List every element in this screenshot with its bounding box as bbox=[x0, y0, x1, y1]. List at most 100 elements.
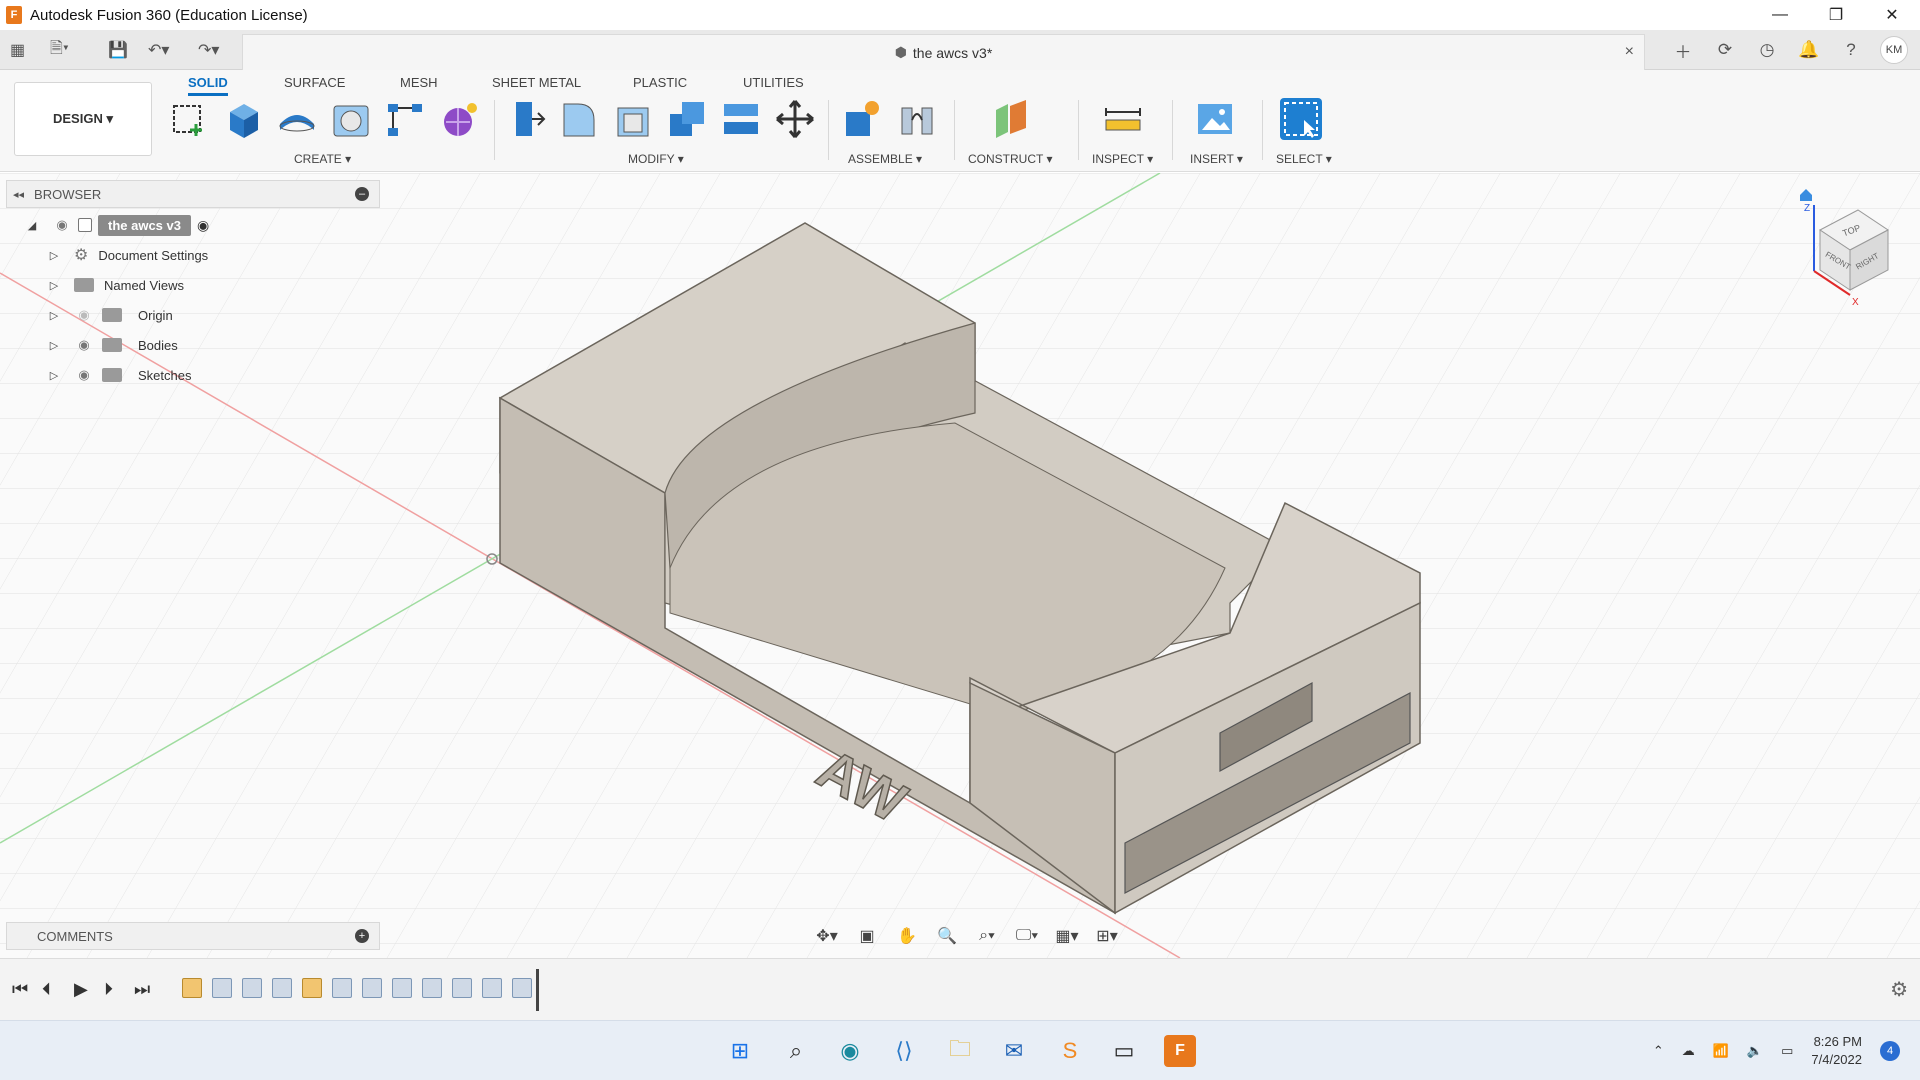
move-copy-icon[interactable] bbox=[774, 98, 816, 140]
edge-browser-icon[interactable]: ◉ bbox=[834, 1035, 866, 1067]
vscode-icon[interactable]: ⟨⟩ bbox=[888, 1035, 920, 1067]
search-icon[interactable]: ⌕ bbox=[780, 1035, 812, 1067]
timeline-marker[interactable] bbox=[536, 969, 539, 1011]
hidden-eye-icon[interactable]: ◉ bbox=[74, 307, 94, 322]
step-forward-icon[interactable]: ⏵ bbox=[104, 979, 113, 1000]
shell-icon[interactable] bbox=[612, 98, 654, 140]
split-body-icon[interactable] bbox=[720, 98, 762, 140]
display-settings-icon[interactable]: 🖵▾ bbox=[1012, 924, 1042, 948]
tab-sheet-metal[interactable]: SHEET METAL bbox=[492, 75, 581, 90]
timeline-feature[interactable] bbox=[332, 978, 352, 998]
hole-icon[interactable] bbox=[330, 98, 372, 140]
undo-icon[interactable]: ↶▾ bbox=[148, 38, 169, 62]
tree-item-document-settings[interactable]: ▷ ⚙ Document Settings bbox=[6, 240, 380, 270]
expand-triangle-icon[interactable]: ▷ bbox=[48, 279, 60, 292]
comments-panel[interactable]: COMMENTS + bbox=[6, 922, 380, 950]
save-icon[interactable]: 💾 bbox=[108, 38, 128, 62]
tree-item-bodies[interactable]: ▷ ◉ Bodies bbox=[6, 330, 380, 360]
tab-solid[interactable]: SOLID bbox=[188, 75, 228, 96]
rectangular-pattern-icon[interactable] bbox=[384, 98, 426, 140]
new-tab-icon[interactable]: ＋ bbox=[1670, 37, 1696, 63]
activate-radio-icon[interactable]: ◉ bbox=[197, 217, 209, 234]
revolve-icon[interactable] bbox=[276, 98, 318, 140]
visibility-eye-icon[interactable]: ◉ bbox=[74, 367, 94, 382]
insert-group-label[interactable]: INSERT ▾ bbox=[1190, 152, 1243, 166]
timeline-feature[interactable] bbox=[452, 978, 472, 998]
assemble-group-label[interactable]: ASSEMBLE ▾ bbox=[848, 152, 922, 166]
redo-icon[interactable]: ↷▾ bbox=[198, 38, 219, 62]
tree-item-named-views[interactable]: ▷ Named Views bbox=[6, 270, 380, 300]
start-menu-icon[interactable]: ⊞ bbox=[724, 1035, 756, 1067]
look-at-icon[interactable]: ▣ bbox=[852, 924, 882, 948]
wifi-icon[interactable]: 📶 bbox=[1713, 1043, 1729, 1059]
minimize-button[interactable]: — bbox=[1752, 0, 1808, 30]
help-icon[interactable]: ? bbox=[1838, 37, 1864, 63]
show-hidden-icons-icon[interactable]: ⌃ bbox=[1653, 1043, 1664, 1059]
document-tab[interactable]: ⬢ the awcs v3* × bbox=[242, 34, 1645, 70]
restore-button[interactable]: ❐ bbox=[1808, 0, 1864, 30]
collapse-triangle-icon[interactable]: ◢ bbox=[26, 219, 38, 232]
clock[interactable]: 8:26 PM 7/4/2022 bbox=[1811, 1033, 1862, 1069]
grid-settings-icon[interactable]: ▦▾ bbox=[1052, 924, 1082, 948]
insert-image-icon[interactable] bbox=[1194, 98, 1236, 140]
tab-plastic[interactable]: PLASTIC bbox=[633, 75, 687, 90]
expand-triangle-icon[interactable]: ▷ bbox=[48, 309, 60, 322]
notifications-icon[interactable]: 🔔 bbox=[1796, 37, 1822, 63]
file-menu-icon[interactable]: 🗎▾ bbox=[50, 38, 69, 62]
collapse-browser-icon[interactable]: – bbox=[355, 187, 369, 201]
viewports-icon[interactable]: ⊞▾ bbox=[1092, 924, 1122, 948]
measure-icon[interactable] bbox=[1102, 98, 1144, 140]
timeline-feature[interactable] bbox=[392, 978, 412, 998]
close-button[interactable]: ✕ bbox=[1864, 0, 1920, 30]
browser-header[interactable]: ◂◂ BROWSER – bbox=[6, 180, 380, 208]
visibility-eye-icon[interactable]: ◉ bbox=[74, 337, 94, 352]
step-back-icon[interactable]: ⏴ bbox=[42, 979, 51, 1000]
add-comment-icon[interactable]: + bbox=[355, 929, 369, 943]
orbit-icon[interactable]: ✥▾ bbox=[812, 924, 842, 948]
file-explorer-icon[interactable]: 🗀 bbox=[944, 1035, 976, 1067]
collapse-panel-icon[interactable]: ◂◂ bbox=[13, 188, 24, 201]
extrude-icon[interactable] bbox=[222, 98, 264, 140]
combine-icon[interactable] bbox=[666, 98, 708, 140]
expand-triangle-icon[interactable]: ▷ bbox=[48, 339, 60, 352]
viewcube[interactable]: TOP FRONT RIGHT Z X bbox=[1790, 185, 1900, 315]
new-component-icon[interactable] bbox=[840, 98, 882, 140]
job-status-icon[interactable]: ◷ bbox=[1754, 37, 1780, 63]
offset-plane-icon[interactable] bbox=[990, 98, 1032, 140]
notification-badge[interactable]: 4 bbox=[1880, 1041, 1900, 1061]
go-to-start-icon[interactable]: ⏮ bbox=[12, 979, 28, 1000]
tree-root[interactable]: ◢ ◉ the awcs v3 ◉ bbox=[6, 210, 380, 240]
workspace-switcher-button[interactable]: DESIGN ▾ bbox=[14, 82, 152, 156]
timeline-feature[interactable] bbox=[272, 978, 292, 998]
create-sketch-icon[interactable] bbox=[168, 98, 210, 140]
avatar[interactable]: KM bbox=[1880, 36, 1908, 64]
timeline-settings-gear-icon[interactable]: ⚙ bbox=[1890, 977, 1908, 1002]
timeline-feature[interactable] bbox=[482, 978, 502, 998]
modify-group-label[interactable]: MODIFY ▾ bbox=[628, 152, 684, 166]
timeline-feature[interactable] bbox=[512, 978, 532, 998]
tab-mesh[interactable]: MESH bbox=[400, 75, 438, 90]
app-grid-icon[interactable]: ▦ bbox=[10, 38, 25, 62]
onedrive-cloud-icon[interactable]: ☁ bbox=[1682, 1043, 1695, 1059]
timeline-feature[interactable] bbox=[422, 978, 442, 998]
tree-item-origin[interactable]: ▷ ◉ Origin bbox=[6, 300, 380, 330]
timeline-feature[interactable] bbox=[362, 978, 382, 998]
select-icon[interactable] bbox=[1280, 98, 1322, 140]
extensions-icon[interactable]: ⟳ bbox=[1712, 37, 1738, 63]
tab-utilities[interactable]: UTILITIES bbox=[743, 75, 804, 90]
tab-surface[interactable]: SURFACE bbox=[284, 75, 345, 90]
timeline-feature[interactable] bbox=[242, 978, 262, 998]
go-to-end-icon[interactable]: ⏭ bbox=[134, 979, 150, 1000]
pan-icon[interactable]: ✋ bbox=[892, 924, 922, 948]
press-pull-icon[interactable] bbox=[504, 98, 546, 140]
zoom-icon[interactable]: 🔍 bbox=[932, 924, 962, 948]
timeline-feature[interactable] bbox=[182, 978, 202, 998]
home-view-icon[interactable] bbox=[1800, 189, 1812, 201]
expand-triangle-icon[interactable]: ▷ bbox=[48, 249, 60, 262]
joint-icon[interactable] bbox=[896, 98, 938, 140]
battery-icon[interactable]: ▭ bbox=[1781, 1043, 1793, 1059]
create-group-label[interactable]: CREATE ▾ bbox=[294, 152, 351, 166]
volume-icon[interactable]: 🔈 bbox=[1747, 1043, 1763, 1059]
fusion360-taskbar-icon[interactable]: F bbox=[1164, 1035, 1196, 1067]
timeline-feature[interactable] bbox=[302, 978, 322, 998]
